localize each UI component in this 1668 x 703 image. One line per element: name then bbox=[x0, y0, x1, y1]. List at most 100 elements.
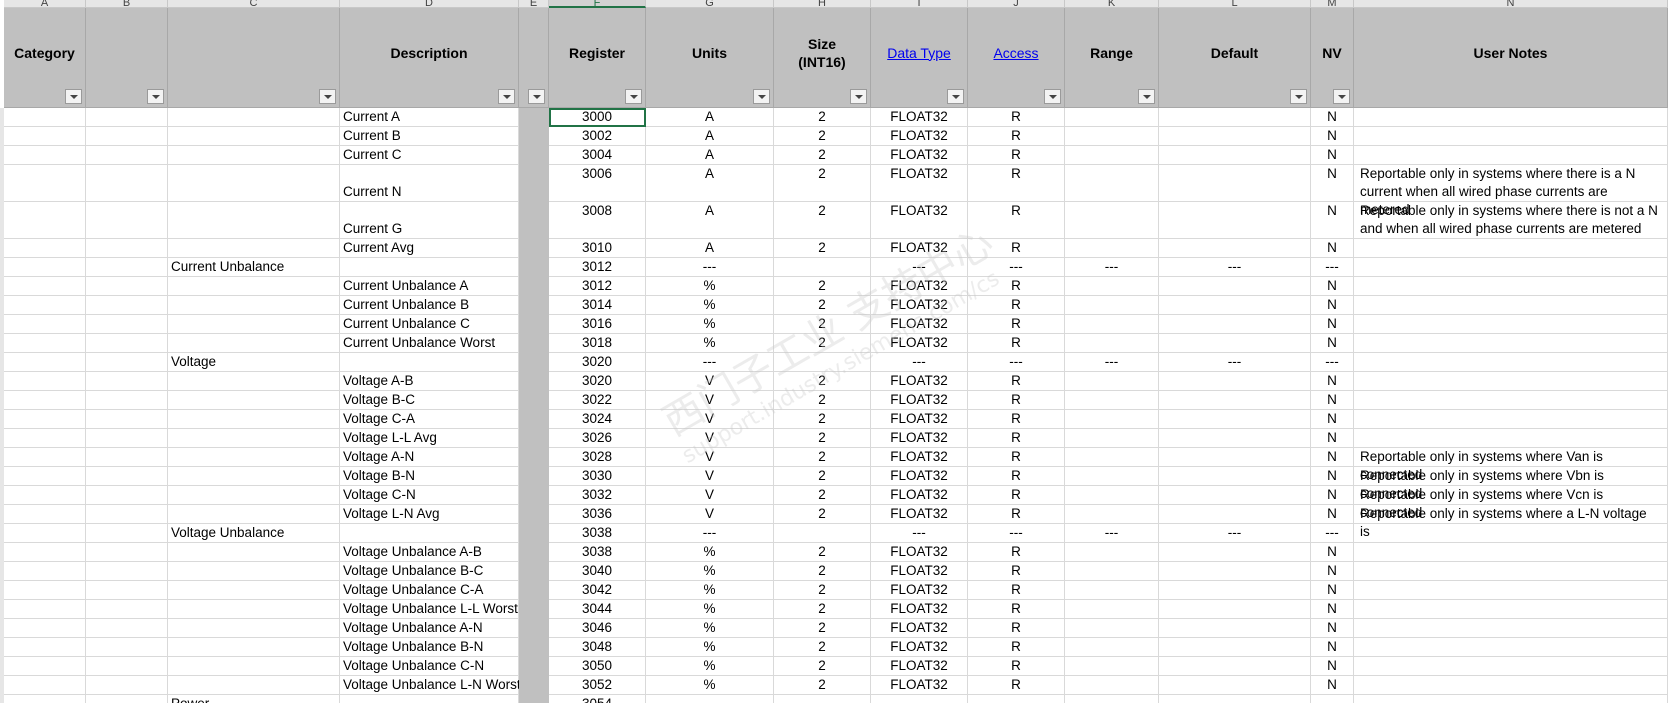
cell-d[interactable]: Voltage C-N bbox=[340, 486, 519, 505]
cell-d[interactable]: Voltage B-N bbox=[340, 467, 519, 486]
cell-g[interactable]: % bbox=[646, 562, 774, 581]
cell-i[interactable]: FLOAT32 bbox=[871, 448, 968, 467]
cell-f[interactable]: 3038 bbox=[549, 543, 646, 562]
cell-b[interactable] bbox=[86, 505, 168, 524]
cell-b[interactable] bbox=[86, 372, 168, 391]
filter-dropdown-icon[interactable] bbox=[1290, 89, 1307, 104]
cell-e[interactable] bbox=[519, 543, 549, 562]
cell-c[interactable]: Voltage bbox=[168, 353, 340, 372]
cell-f[interactable]: 3044 bbox=[549, 600, 646, 619]
cell-h[interactable]: 2 bbox=[774, 334, 871, 353]
cell-c[interactable]: Power bbox=[168, 695, 340, 703]
cell-g[interactable]: A bbox=[646, 165, 774, 202]
cell-l[interactable] bbox=[1159, 391, 1311, 410]
cell-i[interactable]: FLOAT32 bbox=[871, 619, 968, 638]
cell-d[interactable]: Voltage A-B bbox=[340, 372, 519, 391]
cell-e[interactable] bbox=[519, 277, 549, 296]
cell-j[interactable]: R bbox=[968, 410, 1065, 429]
cell-c[interactable] bbox=[168, 315, 340, 334]
cell-c[interactable]: Current Unbalance bbox=[168, 258, 340, 277]
cell-m[interactable]: N bbox=[1311, 315, 1354, 334]
cell-j[interactable]: R bbox=[968, 146, 1065, 165]
column-letter-g[interactable]: G bbox=[646, 0, 774, 8]
cell-c[interactable] bbox=[168, 581, 340, 600]
cell-a[interactable] bbox=[4, 581, 86, 600]
cell-n[interactable] bbox=[1354, 657, 1668, 676]
cell-h[interactable]: 2 bbox=[774, 619, 871, 638]
cell-e[interactable] bbox=[519, 638, 549, 657]
cell-m[interactable] bbox=[1311, 695, 1354, 703]
cell-e[interactable] bbox=[519, 524, 549, 543]
cell-k[interactable] bbox=[1065, 202, 1159, 239]
cell-h[interactable]: 2 bbox=[774, 429, 871, 448]
cell-f[interactable]: 3016 bbox=[549, 315, 646, 334]
cell-i[interactable] bbox=[871, 695, 968, 703]
column-letter-n[interactable]: N bbox=[1354, 0, 1668, 8]
cell-e[interactable] bbox=[519, 372, 549, 391]
cell-f[interactable]: 3010 bbox=[549, 239, 646, 258]
cell-d[interactable]: Current B bbox=[340, 127, 519, 146]
cell-h[interactable]: 2 bbox=[774, 372, 871, 391]
cell-i[interactable]: FLOAT32 bbox=[871, 562, 968, 581]
cell-k[interactable] bbox=[1065, 695, 1159, 703]
cell-n[interactable] bbox=[1354, 600, 1668, 619]
column-letter-d[interactable]: D bbox=[340, 0, 519, 8]
cell-e[interactable] bbox=[519, 695, 549, 703]
cell-j[interactable]: R bbox=[968, 581, 1065, 600]
cell-i[interactable]: FLOAT32 bbox=[871, 486, 968, 505]
cell-b[interactable] bbox=[86, 486, 168, 505]
cell-g[interactable] bbox=[646, 695, 774, 703]
cell-c[interactable] bbox=[168, 543, 340, 562]
cell-g[interactable]: A bbox=[646, 239, 774, 258]
cell-a[interactable] bbox=[4, 165, 86, 202]
cell-e[interactable] bbox=[519, 619, 549, 638]
header-label[interactable]: Data Type bbox=[887, 44, 951, 62]
cell-f[interactable]: 3002 bbox=[549, 127, 646, 146]
cell-e[interactable] bbox=[519, 562, 549, 581]
cell-h[interactable]: 2 bbox=[774, 543, 871, 562]
cell-h[interactable]: 2 bbox=[774, 486, 871, 505]
cell-a[interactable] bbox=[4, 543, 86, 562]
cell-d[interactable]: Voltage Unbalance A-B bbox=[340, 543, 519, 562]
cell-n[interactable] bbox=[1354, 353, 1668, 372]
cell-m[interactable]: N bbox=[1311, 429, 1354, 448]
cell-k[interactable] bbox=[1065, 277, 1159, 296]
cell-c[interactable] bbox=[168, 619, 340, 638]
cell-b[interactable] bbox=[86, 334, 168, 353]
cell-k[interactable] bbox=[1065, 108, 1159, 127]
cell-g[interactable]: % bbox=[646, 315, 774, 334]
cell-j[interactable] bbox=[968, 695, 1065, 703]
cell-m[interactable]: N bbox=[1311, 467, 1354, 486]
cell-i[interactable]: FLOAT32 bbox=[871, 467, 968, 486]
cell-c[interactable] bbox=[168, 676, 340, 695]
cell-a[interactable] bbox=[4, 277, 86, 296]
cell-b[interactable] bbox=[86, 410, 168, 429]
cell-j[interactable]: R bbox=[968, 562, 1065, 581]
cell-n[interactable] bbox=[1354, 676, 1668, 695]
cell-i[interactable]: FLOAT32 bbox=[871, 315, 968, 334]
cell-h[interactable]: 2 bbox=[774, 467, 871, 486]
cell-b[interactable] bbox=[86, 429, 168, 448]
cell-l[interactable] bbox=[1159, 600, 1311, 619]
column-letter-k[interactable]: K bbox=[1065, 0, 1159, 8]
cell-g[interactable]: % bbox=[646, 657, 774, 676]
cell-k[interactable] bbox=[1065, 429, 1159, 448]
cell-n[interactable]: Reportable only in systems where Van is … bbox=[1354, 448, 1668, 482]
cell-d[interactable] bbox=[340, 258, 519, 277]
cell-h[interactable]: 2 bbox=[774, 391, 871, 410]
cell-k[interactable] bbox=[1065, 165, 1159, 202]
cell-k[interactable] bbox=[1065, 505, 1159, 524]
cell-e[interactable] bbox=[519, 410, 549, 429]
cell-f[interactable]: 3050 bbox=[549, 657, 646, 676]
cell-j[interactable]: R bbox=[968, 467, 1065, 486]
cell-e[interactable] bbox=[519, 448, 549, 467]
cell-a[interactable] bbox=[4, 562, 86, 581]
cell-h[interactable]: 2 bbox=[774, 127, 871, 146]
cell-i[interactable]: FLOAT32 bbox=[871, 410, 968, 429]
column-letter-h[interactable]: H bbox=[774, 0, 871, 8]
cell-c[interactable] bbox=[168, 448, 340, 467]
cell-h[interactable]: 2 bbox=[774, 108, 871, 127]
cell-n[interactable] bbox=[1354, 315, 1668, 334]
cell-l[interactable] bbox=[1159, 334, 1311, 353]
cell-d[interactable]: Voltage L-L Avg bbox=[340, 429, 519, 448]
